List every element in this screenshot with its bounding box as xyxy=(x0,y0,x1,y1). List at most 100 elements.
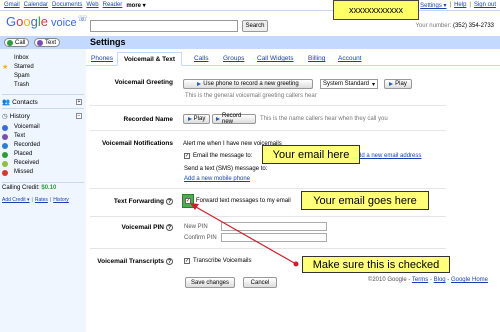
confirm-pin-input[interactable] xyxy=(221,233,327,242)
tab-account[interactable]: Account xyxy=(338,55,362,62)
contacts-icon: 👥 xyxy=(2,99,11,106)
divider xyxy=(2,94,84,95)
label-text: Voicemail Transcripts xyxy=(97,258,164,265)
sidebar-section-history[interactable]: ◷ History − xyxy=(2,112,82,120)
tab-billing[interactable]: Billing xyxy=(308,55,325,62)
search-button[interactable]: Search xyxy=(242,20,268,32)
rates-link[interactable]: Rates xyxy=(35,197,48,203)
label-text: Recorded Name xyxy=(123,116,174,123)
text-label: Text xyxy=(45,39,57,46)
transcribe-checkbox[interactable]: ✓ xyxy=(184,258,190,264)
label-text: Text Forwarding xyxy=(113,198,164,205)
sidebar-item-voicemail[interactable]: Voicemail xyxy=(14,124,40,130)
call-button[interactable]: Call xyxy=(4,38,30,47)
forward-checkbox[interactable]: ✓ xyxy=(185,198,191,204)
received-icon xyxy=(2,161,8,167)
tab-call-widgets[interactable]: Call Widgets xyxy=(257,55,293,62)
help-icon[interactable]: ? xyxy=(166,198,173,205)
transcribe-label: Transcribe Voicemails xyxy=(193,258,252,264)
tab-groups[interactable]: Groups xyxy=(223,55,244,62)
google-home-link[interactable]: Google Home xyxy=(451,277,488,283)
contacts-label: Contacts xyxy=(12,98,38,106)
save-changes-button[interactable]: Save changes xyxy=(185,277,235,288)
tab-phones[interactable]: Phones xyxy=(91,55,113,62)
logo-letter: G xyxy=(6,14,17,29)
text-button[interactable]: Text xyxy=(34,38,61,47)
separator: | xyxy=(469,2,471,8)
logo-letter: e xyxy=(40,14,48,29)
google-nav: Gmail Calendar Documents Web Reader more… xyxy=(4,2,146,9)
expand-icon[interactable]: + xyxy=(76,99,82,105)
separator: | xyxy=(449,2,452,8)
add-email-link[interactable]: Add a new email address xyxy=(354,153,421,159)
terms-link[interactable]: Terms xyxy=(412,277,428,283)
play-icon xyxy=(197,82,202,86)
help-icon[interactable]: ? xyxy=(166,258,173,265)
callout-forward-email: Your email goes here xyxy=(301,191,429,210)
voicemail-pin-label: Voicemail PIN? xyxy=(90,224,173,231)
new-pin-input[interactable] xyxy=(221,222,327,231)
record-greeting-button[interactable]: Use phone to record a new greeting xyxy=(183,79,313,89)
new-pin-label: New PIN xyxy=(184,224,208,230)
nav-reader[interactable]: Reader xyxy=(103,2,123,9)
sidebar-item-inbox[interactable]: Inbox xyxy=(14,55,29,61)
logo-voice-text: voice xyxy=(50,17,77,29)
sidebar-item-spam[interactable]: Spam xyxy=(14,73,30,79)
sidebar-item-received[interactable]: Received xyxy=(14,160,39,166)
credit-history-link[interactable]: History xyxy=(53,197,69,203)
tab-calls[interactable]: Calls xyxy=(194,55,208,62)
sidebar-item-text[interactable]: Text xyxy=(14,133,25,139)
label-text: Voicemail Notifications xyxy=(101,140,173,147)
button-label: Play xyxy=(395,81,407,87)
search-input[interactable] xyxy=(90,20,238,32)
tab-voicemail-text[interactable]: Voicemail & Text xyxy=(117,52,183,66)
history-label: History xyxy=(9,112,30,120)
sidebar-item-placed[interactable]: Placed xyxy=(14,151,32,157)
play-name-button[interactable]: Play xyxy=(183,114,210,124)
collapse-icon[interactable]: − xyxy=(76,113,82,119)
nav-gmail[interactable]: Gmail xyxy=(4,2,20,9)
nav-web[interactable]: Web xyxy=(86,2,98,9)
user-phone-number: Your number: (352) 354-2733 xyxy=(415,23,494,29)
row-divider xyxy=(90,188,446,189)
nav-calendar[interactable]: Calendar xyxy=(24,2,48,9)
logo-letter: o xyxy=(16,14,24,29)
nav-documents[interactable]: Documents xyxy=(52,2,82,9)
sidebar: Inbox ★ Starred Spam Trash 👥 Contacts + … xyxy=(0,49,86,332)
call-icon xyxy=(7,39,13,46)
sidebar-item-recorded[interactable]: Recorded xyxy=(14,142,40,148)
sidebar-item-trash[interactable]: Trash xyxy=(14,82,29,88)
phone-label: Your number: xyxy=(415,23,452,29)
star-icon: ★ xyxy=(2,64,9,71)
sidebar-item-missed[interactable]: Missed xyxy=(14,169,33,175)
cancel-button[interactable]: Cancel xyxy=(243,277,277,288)
add-credit-link[interactable]: Add Credit ▾ xyxy=(2,197,30,203)
call-label: Call xyxy=(15,39,26,46)
voicemail-icon xyxy=(2,125,8,131)
google-voice-logo[interactable]: Google voice ☏ xyxy=(6,14,88,32)
help-link[interactable]: Help xyxy=(454,2,466,9)
recorded-name-label: Recorded Name xyxy=(90,116,174,123)
blog-link[interactable]: Blog xyxy=(434,277,446,283)
sms-label: Send a text (SMS) message to: xyxy=(184,166,268,172)
record-name-button[interactable]: Record new xyxy=(212,113,256,125)
help-icon[interactable]: ? xyxy=(166,224,173,231)
play-greeting-button[interactable]: Play xyxy=(384,79,412,89)
sidebar-section-contacts[interactable]: 👥 Contacts + xyxy=(2,98,82,106)
play-icon xyxy=(187,117,192,121)
sidebar-item-starred[interactable]: Starred xyxy=(14,64,34,70)
phone-number: (352) 354-2733 xyxy=(452,23,494,29)
nav-more[interactable]: more ▾ xyxy=(126,2,145,9)
account-links: Settings ▾ | Help | Sign out xyxy=(420,2,496,9)
add-phone-link[interactable]: Add a new mobile phone xyxy=(184,176,250,182)
logo-letter: g xyxy=(30,14,38,29)
settings-link[interactable]: Settings ▾ xyxy=(420,2,446,9)
row-divider xyxy=(90,248,446,249)
sign-out-link[interactable]: Sign out xyxy=(474,2,496,9)
divider xyxy=(2,108,84,109)
email-checkbox[interactable]: ✓ xyxy=(184,153,190,159)
phone-handset-icon: ☏ xyxy=(77,14,88,23)
action-bar: Call Text xyxy=(0,36,86,49)
page-title: Settings xyxy=(86,36,500,49)
greeting-select[interactable]: System Standard ▾ xyxy=(320,79,378,89)
